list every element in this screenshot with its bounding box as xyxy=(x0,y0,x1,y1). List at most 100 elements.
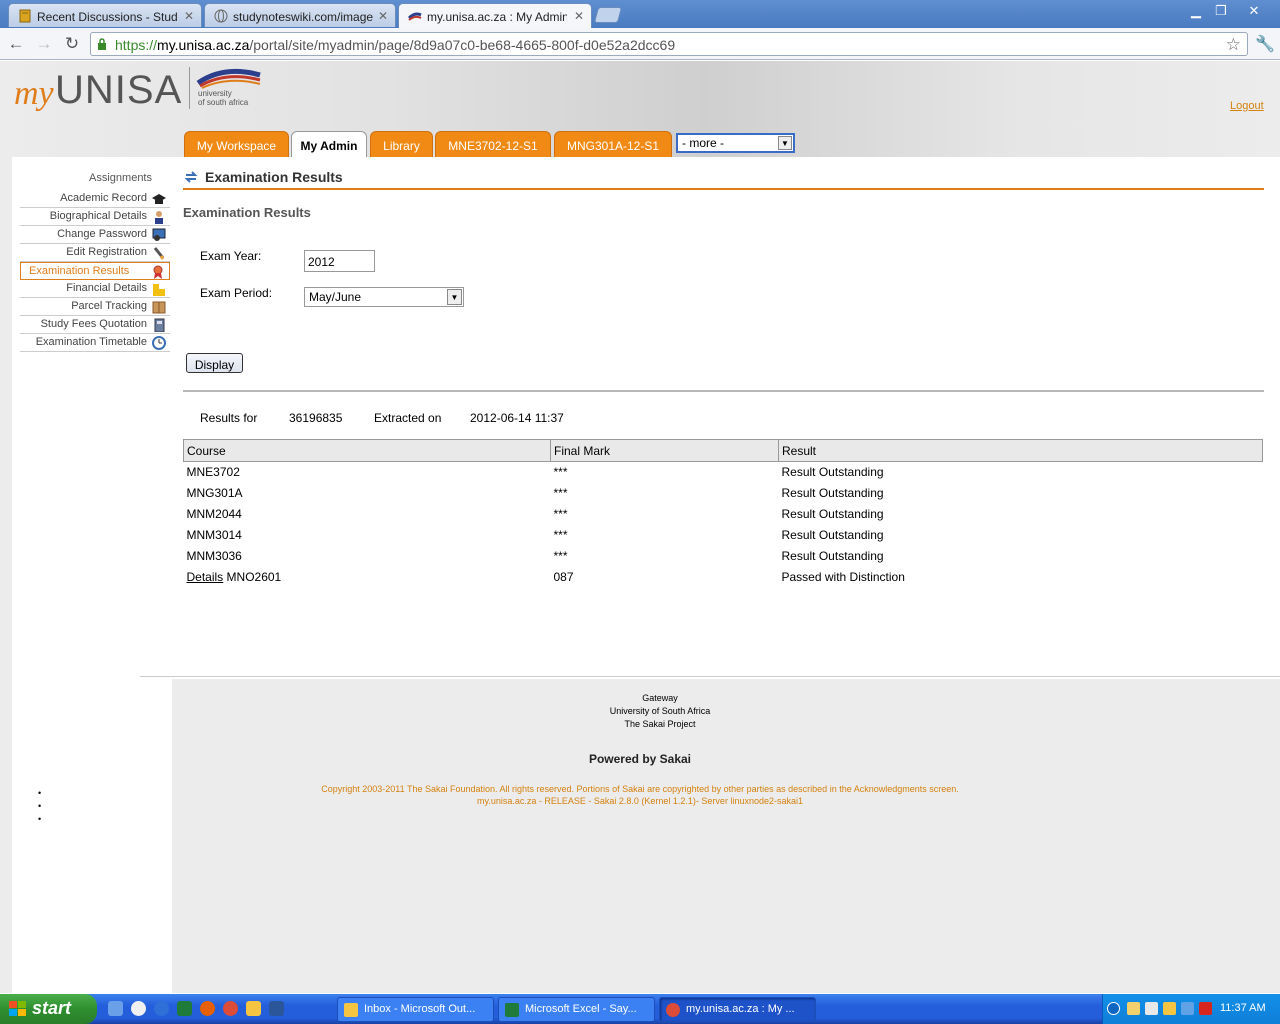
reload-icon[interactable]: ↻ xyxy=(62,34,82,54)
column-header-result: Result xyxy=(778,439,1263,462)
minimize-icon[interactable]: ▁ xyxy=(1185,2,1207,20)
course-cell: MNM3036 xyxy=(186,549,242,563)
browser-toolbar: ← → ↻ https://my.unisa.ac.za/portal/site… xyxy=(0,28,1280,60)
mail-icon[interactable] xyxy=(1127,1002,1140,1015)
details-link[interactable]: Details xyxy=(187,570,224,584)
sidebar-item-academic-record[interactable]: Academic Record xyxy=(20,190,170,208)
mark-cell: *** xyxy=(553,486,568,500)
mark-cell: *** xyxy=(553,549,568,563)
address-bar[interactable]: https://my.unisa.ac.za/portal/site/myadm… xyxy=(90,32,1248,56)
sidebar-item-assignments[interactable]: Assignments xyxy=(12,172,164,184)
tab-my-workspace[interactable]: My Workspace xyxy=(184,131,289,157)
firefox-icon[interactable] xyxy=(200,1001,215,1016)
word-icon[interactable] xyxy=(269,1001,284,1016)
forward-arrow-icon[interactable]: → xyxy=(34,34,54,54)
result-cell: Result Outstanding xyxy=(781,486,884,500)
lock-icon xyxy=(97,38,107,50)
exam-year-input[interactable]: 2012 xyxy=(304,250,375,272)
logo-unisa: UNISA xyxy=(55,68,183,112)
logo-my: my xyxy=(14,75,54,112)
close-icon[interactable]: ✕ xyxy=(184,9,194,23)
start-button[interactable]: start xyxy=(0,994,97,1024)
more-sites-select[interactable]: - more - ▼ xyxy=(676,133,795,153)
sidebar-item-parcel-tracking[interactable]: Parcel Tracking xyxy=(20,298,170,316)
show-desktop-icon[interactable] xyxy=(108,1001,123,1016)
network-icon[interactable] xyxy=(1145,1002,1158,1015)
sidebar-item-financial-details[interactable]: Financial Details xyxy=(20,280,170,298)
course-cell: MNG301A xyxy=(186,486,243,500)
tool-menu: Assignments Academic Record Biographical… xyxy=(12,157,172,993)
exam-year-label: Exam Year: xyxy=(200,249,262,263)
extracted-date: 2012-06-14 11:37 xyxy=(470,411,564,425)
display-button[interactable]: Display xyxy=(186,353,243,373)
course-cell: MNE3702 xyxy=(186,465,240,480)
exam-period-label: Exam Period: xyxy=(200,286,273,300)
footer-link-gateway[interactable]: Gateway xyxy=(0,693,1280,703)
close-icon[interactable]: ✕ xyxy=(378,9,388,23)
tab-mng301a[interactable]: MNG301A-12-S1 xyxy=(554,131,672,157)
chrome-icon[interactable] xyxy=(223,1001,238,1016)
globe-icon xyxy=(214,9,228,23)
unisa-flag-icon xyxy=(196,67,262,89)
outlook-icon xyxy=(344,1003,358,1017)
close-icon[interactable]: ✕ xyxy=(574,9,584,23)
site-header: my UNISA university of south africa Logou… xyxy=(0,61,1280,157)
display-icon[interactable] xyxy=(1181,1002,1194,1015)
extracted-label: Extracted on xyxy=(374,411,442,425)
student-number: 36196835 xyxy=(289,411,343,425)
coins-icon xyxy=(152,282,166,296)
tab-my-admin[interactable]: My Admin xyxy=(291,131,367,157)
wrench-icon[interactable]: 🔧 xyxy=(1255,34,1275,54)
taskbar-clock: 11:37 AM xyxy=(1220,1002,1266,1014)
browser-tab[interactable]: studynoteswiki.com/images/fb ✕ xyxy=(204,3,396,27)
powered-by-sakai: Powered by Sakai xyxy=(588,752,692,766)
browser-tab-active[interactable]: my.unisa.ac.za : My Admin : E ✕ xyxy=(398,3,592,28)
parcel-icon xyxy=(152,300,166,314)
outlook-tray-icon[interactable] xyxy=(1163,1002,1176,1015)
sidebar-item-change-password[interactable]: Change Password xyxy=(20,226,170,244)
back-arrow-icon[interactable]: ← xyxy=(6,34,26,54)
browser-tab[interactable]: Recent Discussions - StudyNot ✕ xyxy=(8,3,202,27)
table-header-row: Course Final Mark Result xyxy=(183,439,1263,462)
logout-link[interactable]: Logout xyxy=(1230,100,1264,112)
restore-icon[interactable]: ❐ xyxy=(1210,2,1232,20)
chrome-icon xyxy=(666,1003,680,1017)
new-tab-button[interactable] xyxy=(593,7,623,23)
excel-icon[interactable] xyxy=(177,1001,192,1016)
page-title: Examination Results xyxy=(183,205,311,220)
calculator-icon xyxy=(152,318,166,333)
person-icon xyxy=(152,210,166,224)
logo-divider xyxy=(189,67,190,109)
taskbar-item-chrome[interactable]: my.unisa.ac.za : My ... xyxy=(659,997,816,1022)
taskbar-item-excel[interactable]: Microsoft Excel - Say... xyxy=(498,997,655,1022)
pencil-icon xyxy=(152,246,166,260)
sidebar-item-study-fees-quotation[interactable]: Study Fees Quotation xyxy=(20,316,170,334)
exam-period-select[interactable]: May/June ▼ xyxy=(304,287,464,307)
title-divider xyxy=(183,188,1264,190)
sidebar-item-examination-results[interactable]: Examination Results xyxy=(20,262,170,280)
course-cell: MNM2044 xyxy=(186,507,242,521)
tool-title: Examination Results xyxy=(205,169,343,185)
column-header-course: Course xyxy=(183,439,551,462)
sidebar-item-examination-timetable[interactable]: Examination Timetable xyxy=(20,334,170,352)
internet-explorer-icon[interactable] xyxy=(154,1001,169,1016)
section-divider xyxy=(183,390,1264,392)
tab-mne3702[interactable]: MNE3702-12-S1 xyxy=(435,131,551,157)
table-row: MNG301A *** Result Outstanding xyxy=(184,483,1263,504)
outlook-icon[interactable] xyxy=(246,1001,261,1016)
footer-link-unisa[interactable]: University of South Africa xyxy=(0,706,1280,716)
sidebar-item-biographical-details[interactable]: Biographical Details xyxy=(20,208,170,226)
footer-link-sakai-project[interactable]: The Sakai Project xyxy=(0,719,1280,729)
media-player-icon[interactable] xyxy=(131,1001,146,1016)
reset-arrows-icon[interactable] xyxy=(184,171,198,183)
sidebar-item-edit-registration[interactable]: Edit Registration xyxy=(20,244,170,262)
close-window-icon[interactable]: ✕ xyxy=(1243,2,1265,20)
chevron-down-icon: ▼ xyxy=(778,136,792,150)
chevron-left-icon[interactable] xyxy=(1107,1002,1120,1015)
tab-library[interactable]: Library xyxy=(370,131,433,157)
main-content: Examination Results Examination Results … xyxy=(172,157,1280,679)
bookmark-star-icon[interactable]: ☆ xyxy=(1226,35,1241,55)
taskbar-item-outlook[interactable]: Inbox - Microsoft Out... xyxy=(337,997,494,1022)
result-cell: Result Outstanding xyxy=(781,528,884,542)
kaspersky-icon[interactable] xyxy=(1199,1002,1212,1015)
